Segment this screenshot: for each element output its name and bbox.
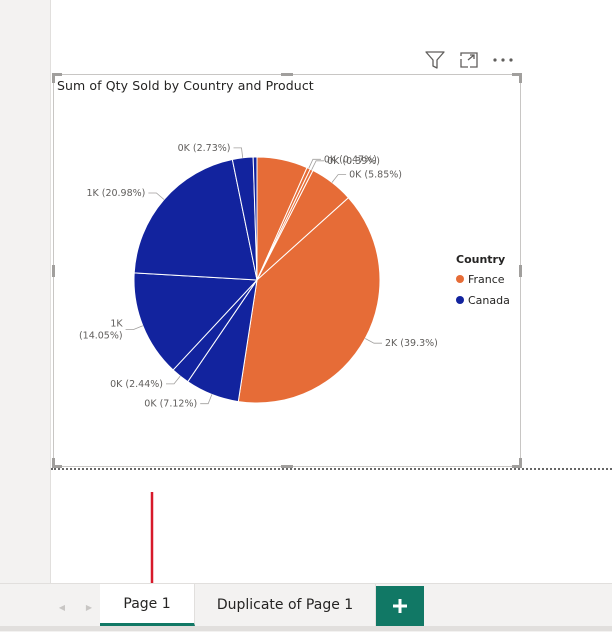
data-label-3: 0K (5.85%) bbox=[349, 170, 402, 181]
resize-handle-bottom-left-v[interactable] bbox=[52, 458, 55, 468]
data-label-5: 0K (7.12%) bbox=[144, 399, 197, 410]
bottom-strip bbox=[0, 626, 612, 631]
legend-marker-canada bbox=[456, 296, 464, 304]
more-options-icon[interactable] bbox=[492, 50, 514, 70]
data-label-6: 0K (2.44%) bbox=[110, 379, 163, 390]
resize-handle-right[interactable] bbox=[519, 265, 522, 277]
legend-item-france[interactable]: France bbox=[468, 273, 505, 286]
legend-marker-france bbox=[456, 275, 464, 283]
data-label-8: 1K (20.98%) bbox=[86, 188, 145, 199]
leader-line-9 bbox=[233, 147, 244, 158]
legend-item-canada[interactable]: Canada bbox=[468, 294, 510, 307]
focus-mode-icon[interactable] bbox=[458, 50, 480, 70]
leader-line-4 bbox=[365, 338, 382, 344]
tab-next-button[interactable]: ▶ bbox=[82, 599, 96, 613]
filter-icon[interactable] bbox=[424, 50, 446, 70]
tab-label: Duplicate of Page 1 bbox=[216, 597, 354, 613]
resize-handle-top[interactable] bbox=[281, 73, 293, 76]
data-label-7: 1K (14.05%) bbox=[79, 319, 123, 342]
resize-handle-top-right-v[interactable] bbox=[519, 73, 522, 83]
left-rail bbox=[0, 0, 51, 583]
pie-chart-visual[interactable]: Sum of Qty Sold by Country and Product 0… bbox=[52, 73, 522, 468]
data-label-4: 2K (39.3%) bbox=[385, 338, 438, 349]
data-label-2: 0K (0.39%) bbox=[327, 156, 380, 167]
leader-line-8 bbox=[148, 192, 165, 200]
visual-header bbox=[424, 50, 514, 70]
page-tab-bar: ◀ ▶ Page 1 Duplicate of Page 1 bbox=[0, 583, 612, 632]
leader-line-2 bbox=[311, 160, 325, 170]
chevron-left-icon: ◀ bbox=[58, 603, 66, 612]
leader-line-7 bbox=[125, 325, 143, 330]
pie-chart: 0K (0.47%)0K (0.39%)0K (5.85%)2K (39.3%)… bbox=[79, 143, 510, 410]
tab-duplicate-of-page-1[interactable]: Duplicate of Page 1 bbox=[195, 584, 376, 626]
data-label-9: 0K (2.73%) bbox=[178, 143, 231, 154]
chevron-right-icon: ▶ bbox=[85, 603, 93, 612]
tab-page-1[interactable]: Page 1 bbox=[100, 584, 195, 626]
resize-handle-left[interactable] bbox=[52, 265, 55, 277]
leader-line-5 bbox=[200, 394, 213, 405]
add-page-button[interactable] bbox=[376, 586, 424, 626]
tab-prev-button[interactable]: ◀ bbox=[55, 599, 69, 613]
leader-line-6 bbox=[166, 375, 181, 385]
resize-handle-bottom-right-v[interactable] bbox=[519, 458, 522, 468]
legend-title: Country bbox=[456, 253, 505, 266]
tab-label: Page 1 bbox=[123, 595, 171, 612]
plus-icon bbox=[393, 599, 407, 613]
leader-line-3 bbox=[331, 174, 347, 183]
resize-handle-top-left-v[interactable] bbox=[52, 73, 55, 83]
page-boundary bbox=[51, 468, 612, 470]
